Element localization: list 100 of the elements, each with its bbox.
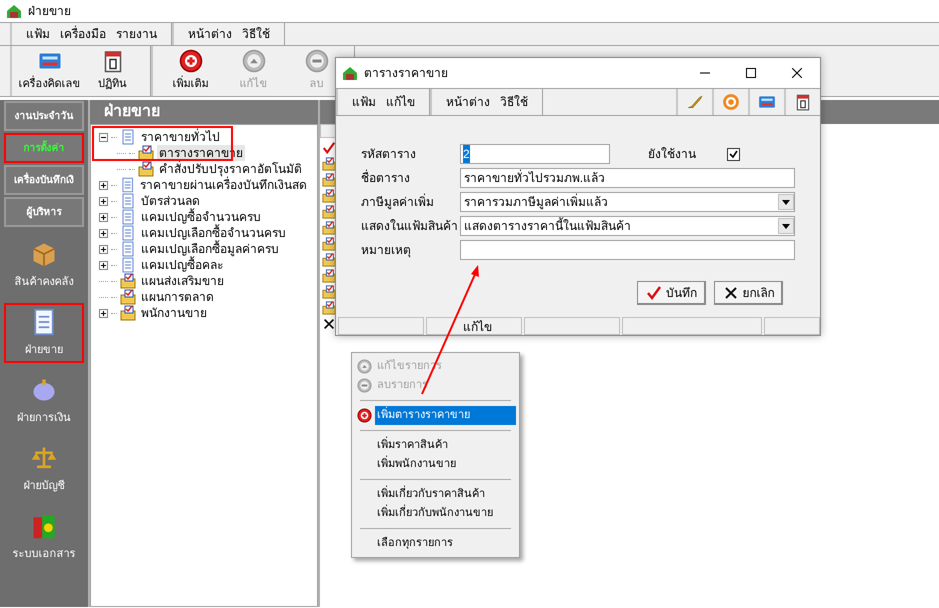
tree-item[interactable]: พนักงานขาย [139, 305, 209, 321]
menu-item[interactable]: หน้าต่าง [446, 93, 490, 111]
caret-icon [782, 200, 790, 204]
dialog-button[interactable]: บันทึก [637, 281, 706, 305]
menu-item[interactable]: เครื่องมือ [60, 25, 106, 43]
expander[interactable] [99, 228, 108, 238]
check-icon [646, 285, 662, 301]
menu-item[interactable]: รายงาน [116, 25, 157, 43]
panel-header: ฝ่ายขาย [90, 100, 318, 124]
menu-item[interactable]: หน้าต่าง [188, 25, 232, 43]
menu-item[interactable]: เพิ่มเกี่ยวกับพนักงานขาย [375, 504, 516, 523]
expander[interactable] [99, 196, 108, 206]
plus-sign-icon [101, 230, 106, 236]
folder-check-icon [138, 145, 154, 161]
tree-item[interactable]: ราคาขายทั่วไป [139, 129, 222, 145]
document-icon [120, 209, 136, 225]
menu-item[interactable]: เพิ่มเกี่ยวกับราคาสินค้า [375, 485, 516, 504]
plus-sign-icon [101, 246, 106, 252]
module-button[interactable]: ระบบเอกสาร [4, 507, 84, 567]
tree-item[interactable]: บัตรส่วนลด [139, 193, 202, 209]
module-button[interactable]: ฝ่ายบัญชี [4, 439, 84, 499]
document-icon [120, 241, 136, 257]
tree-item[interactable]: แคมเปญซื้อจำนวนครบ [139, 209, 263, 225]
check-icon [322, 141, 336, 155]
input-field[interactable] [460, 240, 795, 260]
menu-item[interactable]: แก้ไข [386, 93, 415, 111]
window-title: ฝ่ายขาย [28, 3, 71, 20]
expander[interactable] [99, 180, 108, 190]
folder-check-icon [322, 237, 336, 251]
folder-check-icon [120, 273, 136, 289]
tree-item[interactable]: คำสั่งปรับปรุงราคาอัตโนมัติ [157, 161, 304, 177]
dialog-title: ตารางราคาขาย [364, 65, 449, 82]
app-icon [342, 65, 358, 81]
plus-sign-icon [101, 262, 106, 268]
tree-item[interactable]: แผนการตลาด [139, 289, 216, 305]
expander[interactable] [99, 308, 108, 318]
folder-check-icon [120, 305, 136, 321]
plus-sign-icon [100, 182, 106, 188]
menu-item[interactable]: เพิ่มตารางราคาขาย [375, 406, 516, 425]
expander[interactable] [99, 260, 108, 270]
expander[interactable] [99, 244, 108, 254]
plus-sign-icon [101, 310, 106, 316]
menu-item[interactable]: แฟ้ม [352, 93, 376, 111]
status-segment [764, 317, 820, 335]
folder-check-icon [322, 285, 336, 299]
folder-check-icon [322, 301, 336, 315]
up-arrow-icon [356, 359, 372, 374]
toolbar-button[interactable]: ปฏิทิน [81, 49, 144, 93]
expander[interactable] [99, 212, 108, 222]
plus-sign-icon [101, 214, 106, 220]
code-field[interactable]: 2 [460, 144, 610, 164]
input-field[interactable]: ราคาขายทั่วไปรวมภพ.แล้ว [460, 168, 795, 188]
tree-item[interactable]: แคมเปญเลือกซื้อมูลค่าครบ [139, 241, 281, 257]
tree-item[interactable]: ราคาขายผ่านเครื่องบันทึกเงินสด [138, 177, 310, 193]
status-segment: แก้ไข [426, 317, 522, 335]
plus-icon [178, 49, 202, 74]
folder-check-icon [322, 253, 336, 267]
module-button[interactable]: ฝ่ายการเงิน [4, 371, 84, 431]
active-checkbox[interactable] [727, 148, 740, 160]
sidebar-tab[interactable]: ผู้บริหาร [4, 197, 84, 227]
app-icon [6, 3, 22, 19]
toolbar-button[interactable]: เครื่องคิดเลข [18, 49, 81, 93]
toolbar-button[interactable]: เพิ่มเติม [159, 49, 222, 93]
folder-check-icon [120, 289, 136, 305]
close-icon [322, 317, 336, 331]
document-icon [120, 177, 136, 193]
menu-item[interactable]: วิธีใช้ [500, 93, 528, 111]
maximize-icon [746, 68, 756, 78]
folder-check-icon [322, 269, 336, 283]
close-icon [722, 285, 738, 301]
tree-item[interactable]: แผนส่งเสริมขาย [139, 273, 226, 289]
module-button[interactable]: สินค้าคงคลัง [4, 235, 84, 295]
document-icon [120, 257, 136, 273]
field-label: แสดงในแฟ้มสินค้า [361, 218, 459, 235]
checkmark-icon [729, 150, 738, 158]
tree-item[interactable]: แคมเปญเลือกซื้อจำนวนครบ [139, 225, 288, 241]
tree-item[interactable]: แคมเปญซื้อคละ [139, 257, 225, 273]
plus-icon [356, 408, 372, 423]
minus-icon [356, 378, 372, 393]
menu-item[interactable]: เพิ่มพนักงานขาย [375, 455, 516, 474]
dropdown[interactable]: ราคารวมภาษีมูลค่าเพิ่มแล้ว [460, 192, 795, 212]
module-button[interactable]: ฝ่ายขาย [4, 303, 84, 363]
dropdown[interactable]: แสดงตารางราคานี้ในแฟ้มสินค้า [460, 216, 795, 236]
document-icon [120, 129, 136, 145]
dialog-button[interactable]: ยกเลิก [714, 281, 783, 305]
minus-icon [304, 49, 328, 74]
sidebar-tab[interactable]: งานประจำวัน [4, 101, 84, 131]
expander[interactable] [99, 132, 108, 142]
folder-check-icon [322, 173, 336, 187]
field-label: ชื่อตาราง [361, 169, 411, 187]
sidebar-tab[interactable]: เครื่องบันทึกเงิ [4, 165, 84, 195]
folder-check-icon [322, 157, 336, 171]
menu-item[interactable]: เลือกทุกรายการ [375, 534, 516, 553]
close-icon [792, 68, 802, 78]
menu-item[interactable]: แฟ้ม [26, 25, 50, 43]
phone-icon [686, 93, 704, 111]
folder-check-icon [322, 189, 336, 203]
calendar-icon [794, 93, 812, 111]
menu-item[interactable]: เพิ่มราคาสินค้า [375, 436, 516, 455]
menu-item[interactable]: วิธีใช้ [242, 25, 270, 43]
